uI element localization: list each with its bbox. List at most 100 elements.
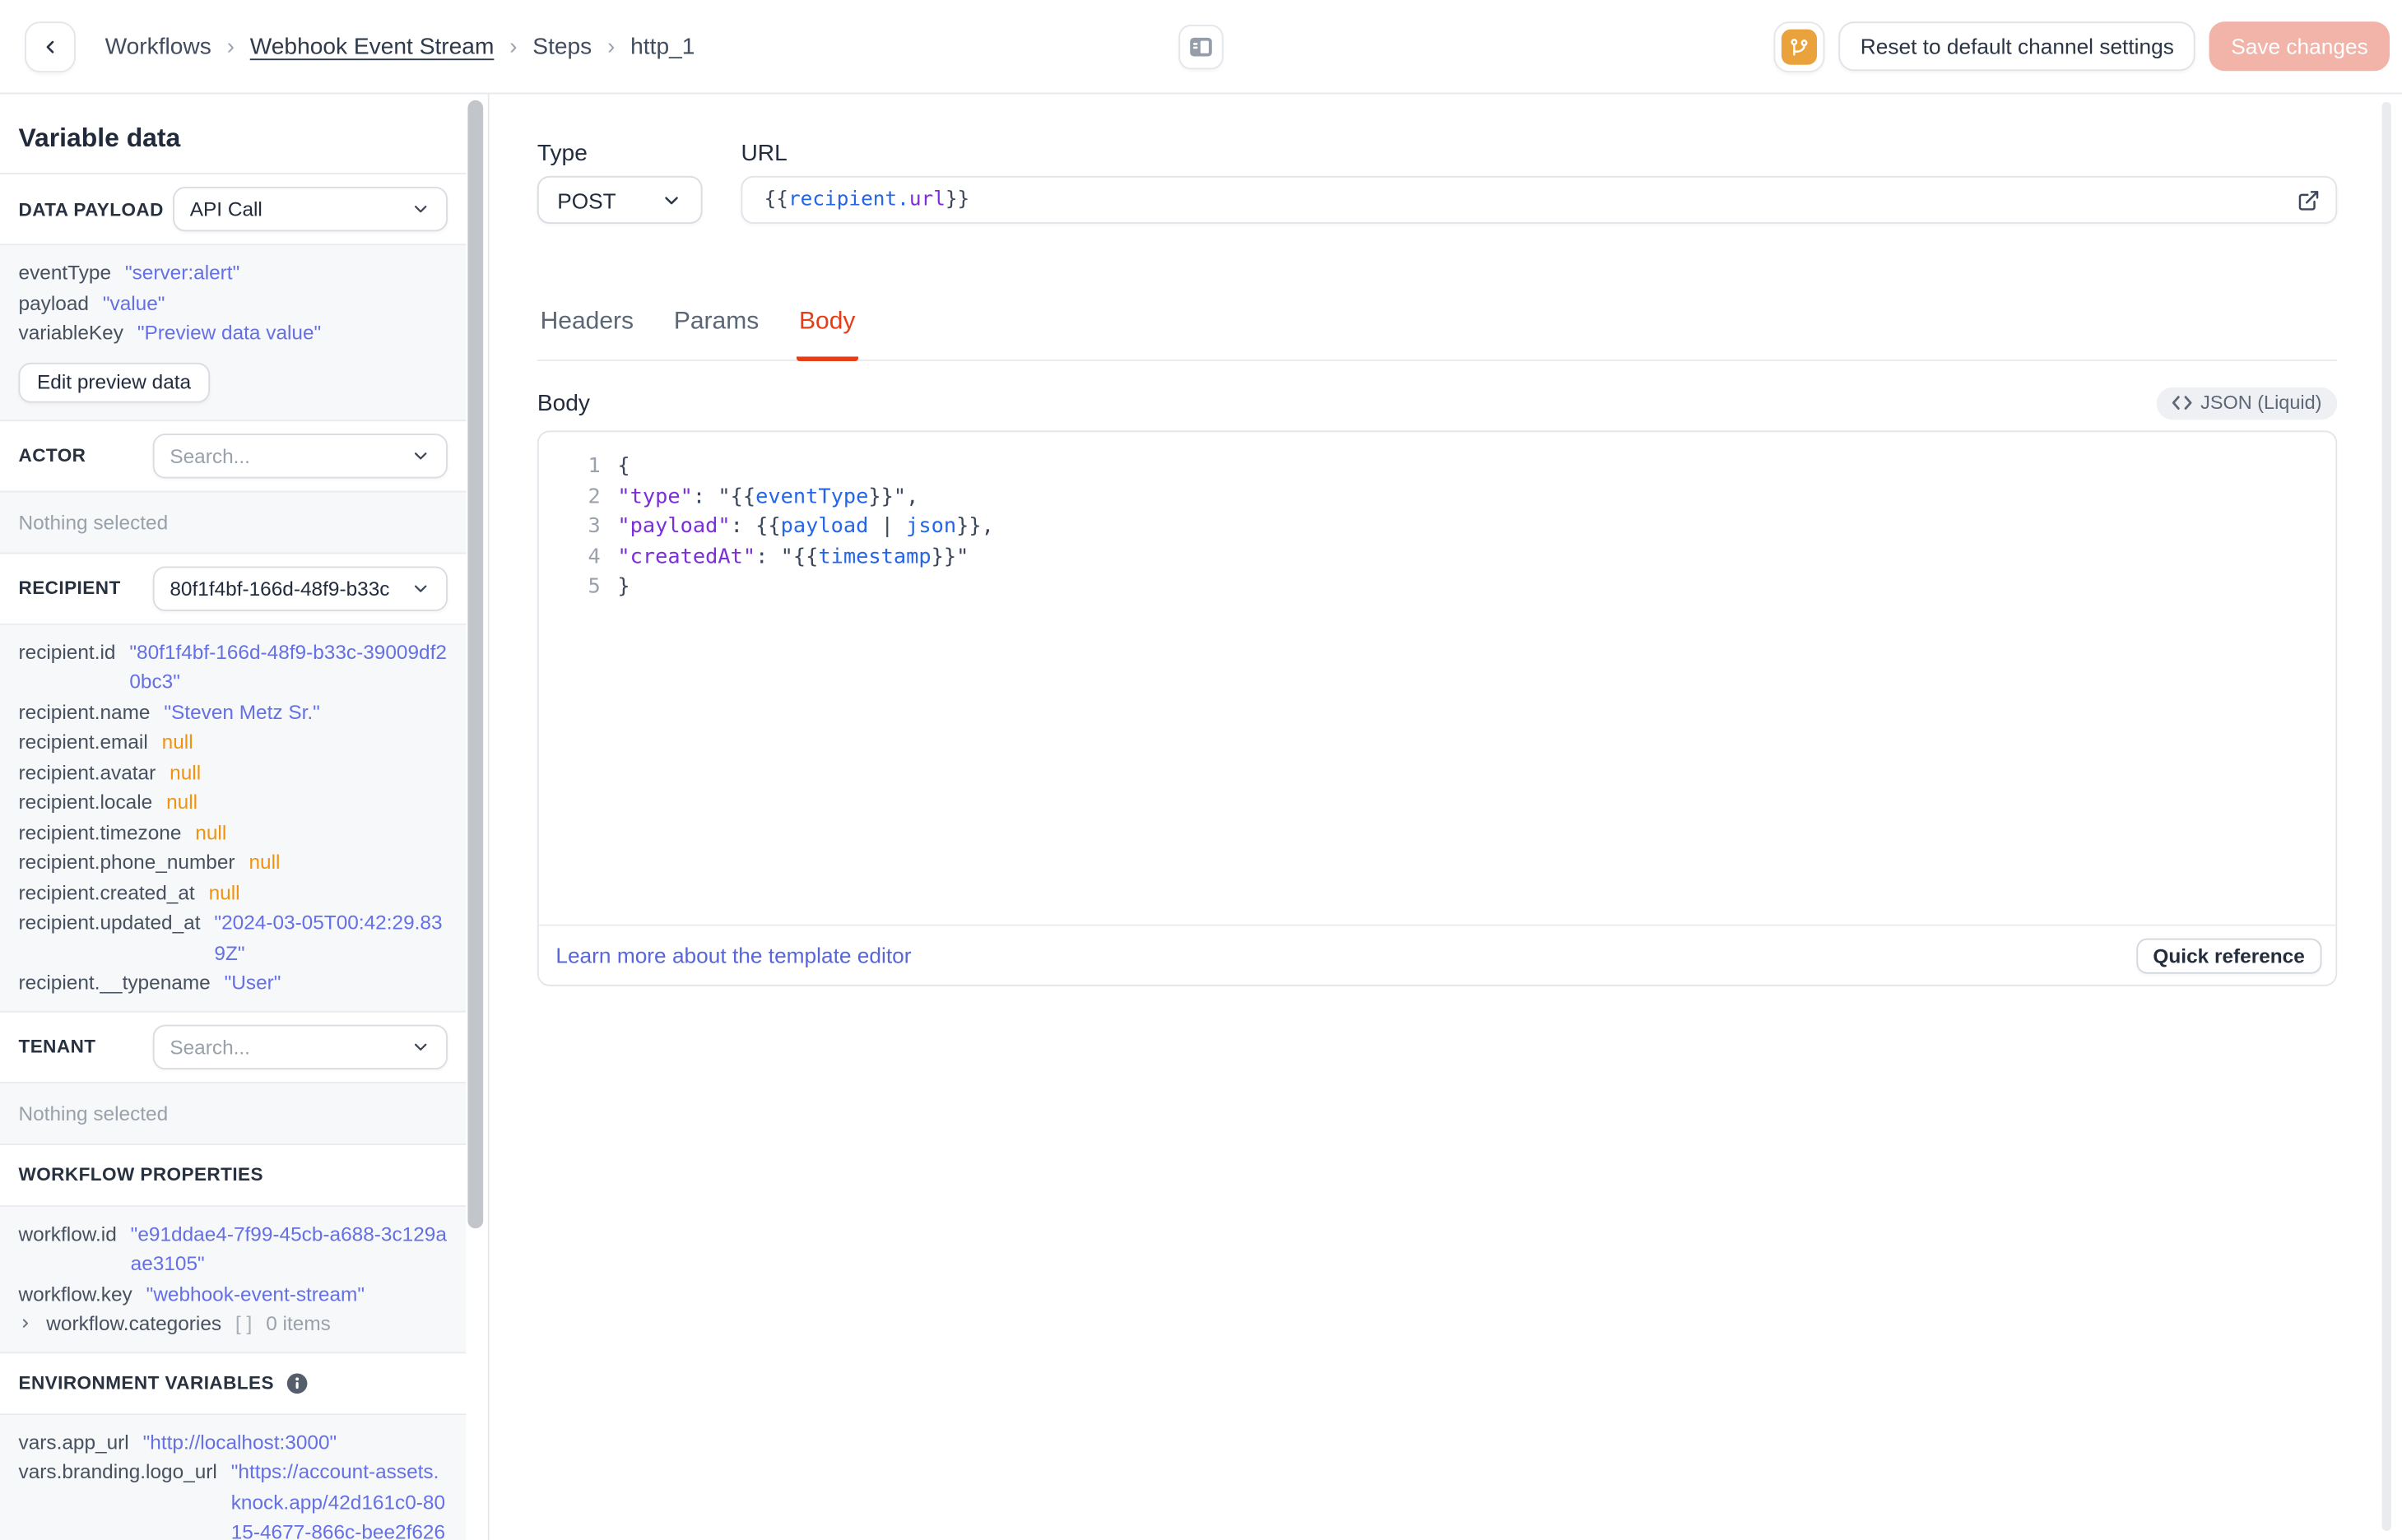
variable-key: recipient.avatar [18, 759, 156, 784]
template-editor-link[interactable]: Learn more about the template editor [555, 943, 911, 967]
panel-toggle-button[interactable] [1178, 24, 1224, 69]
variable-key: variableKey [18, 321, 123, 345]
variable-value: "2024-03-05T00:42:29.839Z" [214, 910, 443, 964]
variable-row: workflow.id "e91ddae4-7f99-45cb-a688-3c12… [0, 1218, 467, 1278]
variable-row: payload "value" [0, 288, 467, 318]
url-label: URL [741, 140, 788, 167]
code-token: {{ [764, 188, 788, 212]
chevron-right-icon [22, 1319, 29, 1329]
recipient-select[interactable]: 80f1f4bf-166d-48f9-b33c [152, 565, 448, 610]
url-input[interactable]: {{recipient.url}} [741, 175, 2338, 225]
chevron-down-icon [414, 1042, 427, 1051]
tenant-search-placeholder: Search... [170, 1034, 250, 1058]
breadcrumb-item[interactable]: Webhook Event Stream [250, 33, 495, 59]
chevron-down-icon [414, 206, 427, 213]
body-template-panel: 1{2 "type": "{{eventType}}", 3 "payload": {… [537, 430, 2338, 986]
actor-search-select[interactable]: Search... [152, 433, 448, 478]
top-bar: Workflows › Webhook Event Stream › Steps › htt… [0, 0, 2402, 95]
quick-reference-button[interactable]: Quick reference [2135, 937, 2322, 973]
code-token: "payload" [617, 514, 731, 540]
variable-key: payload [18, 290, 89, 314]
code-line: 2 "type": "{{eventType}}", [539, 482, 2336, 513]
variable-key: recipient.updated_at [18, 910, 201, 934]
tab-params[interactable]: Params [671, 308, 762, 361]
categories-bracket: [ ] [235, 1311, 253, 1335]
content-area: Variable data DATA PAYLOAD API Call even… [0, 94, 2402, 1540]
breadcrumb-separator: › [226, 33, 235, 60]
workflow-categories-row[interactable]: workflow.categories [ ] 0 items [0, 1309, 467, 1339]
request-tabs: Headers Params Body [537, 308, 2338, 361]
variable-row: recipient.created_at null [0, 877, 467, 907]
variable-key: vars.branding.logo_url [18, 1459, 217, 1483]
code-editor[interactable]: 1{2 "type": "{{eventType}}", 3 "payload": {… [539, 432, 2336, 924]
code-line-content: { [617, 452, 630, 483]
sidebar-scrollbar-thumb[interactable] [467, 100, 484, 1229]
back-button[interactable] [25, 21, 76, 72]
line-number: 2 [588, 484, 601, 509]
language-badge: JSON (Liquid) [2155, 386, 2338, 420]
type-label: Type [537, 140, 588, 167]
commit-changes-button[interactable] [1773, 21, 1825, 72]
reset-channel-settings-button[interactable]: Reset to default channel settings [1838, 21, 2196, 72]
payload-fields: eventType "server:alert" payload "value" var… [0, 257, 467, 348]
breadcrumb: Workflows › Webhook Event Stream › Steps › htt… [105, 33, 695, 59]
code-token: }}", [868, 484, 919, 509]
code-line-content: "payload": {{payload | json}}, [617, 513, 993, 543]
sidebar-layout-icon [1190, 36, 1212, 56]
variable-data-panel: Variable data DATA PAYLOAD API Call even… [0, 94, 490, 1540]
type-select[interactable]: POST [537, 175, 703, 225]
tab-headers[interactable]: Headers [537, 308, 637, 361]
variable-value: null [208, 880, 240, 904]
variable-key: recipient.locale [18, 790, 153, 814]
line-number: 3 [588, 514, 601, 540]
variable-row: recipient.timezone null [0, 817, 467, 847]
variable-row: recipient.avatar null [0, 757, 467, 787]
panel-title: Variable data [0, 94, 467, 174]
variable-value: null [195, 820, 227, 844]
edit-preview-data-button[interactable]: Edit preview data [18, 361, 210, 402]
variable-value: "e91ddae4-7f99-45cb-a688-3c129aae3105" [130, 1221, 447, 1275]
variable-value: null [166, 790, 198, 814]
recipient-label: RECIPIENT [18, 577, 121, 599]
top-bar-actions: Reset to default channel settings Save c… [1773, 21, 2390, 72]
code-line-content: "type": "{{eventType}}", [617, 482, 918, 513]
code-token: }} [945, 188, 970, 212]
code-token: json [906, 514, 957, 540]
breadcrumb-item: http_1 [630, 33, 695, 60]
environment-variables-title: ENVIRONMENT VARIABLES [18, 1371, 274, 1394]
code-token: }}" [931, 544, 969, 569]
tenant-label: TENANT [18, 1035, 96, 1058]
code-token: } [617, 574, 630, 600]
variable-row: recipient.locale null [0, 787, 467, 818]
code-line: 1{ [539, 452, 2336, 483]
tenant-empty-state: Nothing selected [0, 1082, 467, 1145]
code-token: payload [780, 514, 869, 540]
app-window: Workflows › Webhook Event Stream › Steps › htt… [0, 0, 2402, 1540]
data-payload-label: DATA PAYLOAD [18, 198, 164, 220]
variable-key: recipient.email [18, 730, 148, 754]
code-token: : {{ [730, 514, 781, 540]
tenant-row: TENANT Search... [0, 1012, 467, 1083]
body-label: Body [537, 389, 590, 416]
variable-key: workflow.key [18, 1281, 132, 1306]
workflow-fields: workflow.id "e91ddae4-7f99-45cb-a688-3c12… [0, 1218, 467, 1338]
code-token: timestamp [818, 544, 932, 569]
variable-row: recipient.phone_number null [0, 847, 467, 878]
tab-body[interactable]: Body [796, 308, 859, 361]
actor-search-placeholder: Search... [170, 443, 250, 467]
variable-value: "User" [224, 970, 281, 995]
template-panel-footer: Learn more about the template editor Qui… [538, 924, 2336, 985]
tenant-search-select[interactable]: Search... [152, 1023, 448, 1069]
expand-editor-button[interactable] [2297, 188, 2320, 211]
workflow-fields-block: workflow.id "e91ddae4-7f99-45cb-a688-3c12… [0, 1206, 467, 1353]
categories-count: 0 items [266, 1311, 331, 1335]
code-line-content: } [617, 573, 630, 604]
info-icon[interactable] [285, 1371, 308, 1394]
request-config-row: Type POST URL {{recipient.url}} [537, 94, 2338, 225]
save-changes-button[interactable]: Save changes [2209, 21, 2390, 72]
recipient-select-value: 80f1f4bf-166d-48f9-b33c [170, 576, 390, 600]
variable-key: recipient.phone_number [18, 850, 235, 874]
data-payload-select[interactable]: API Call [173, 186, 448, 232]
main-scrollbar[interactable] [2381, 101, 2391, 1531]
variable-key: vars.app_url [18, 1430, 129, 1454]
